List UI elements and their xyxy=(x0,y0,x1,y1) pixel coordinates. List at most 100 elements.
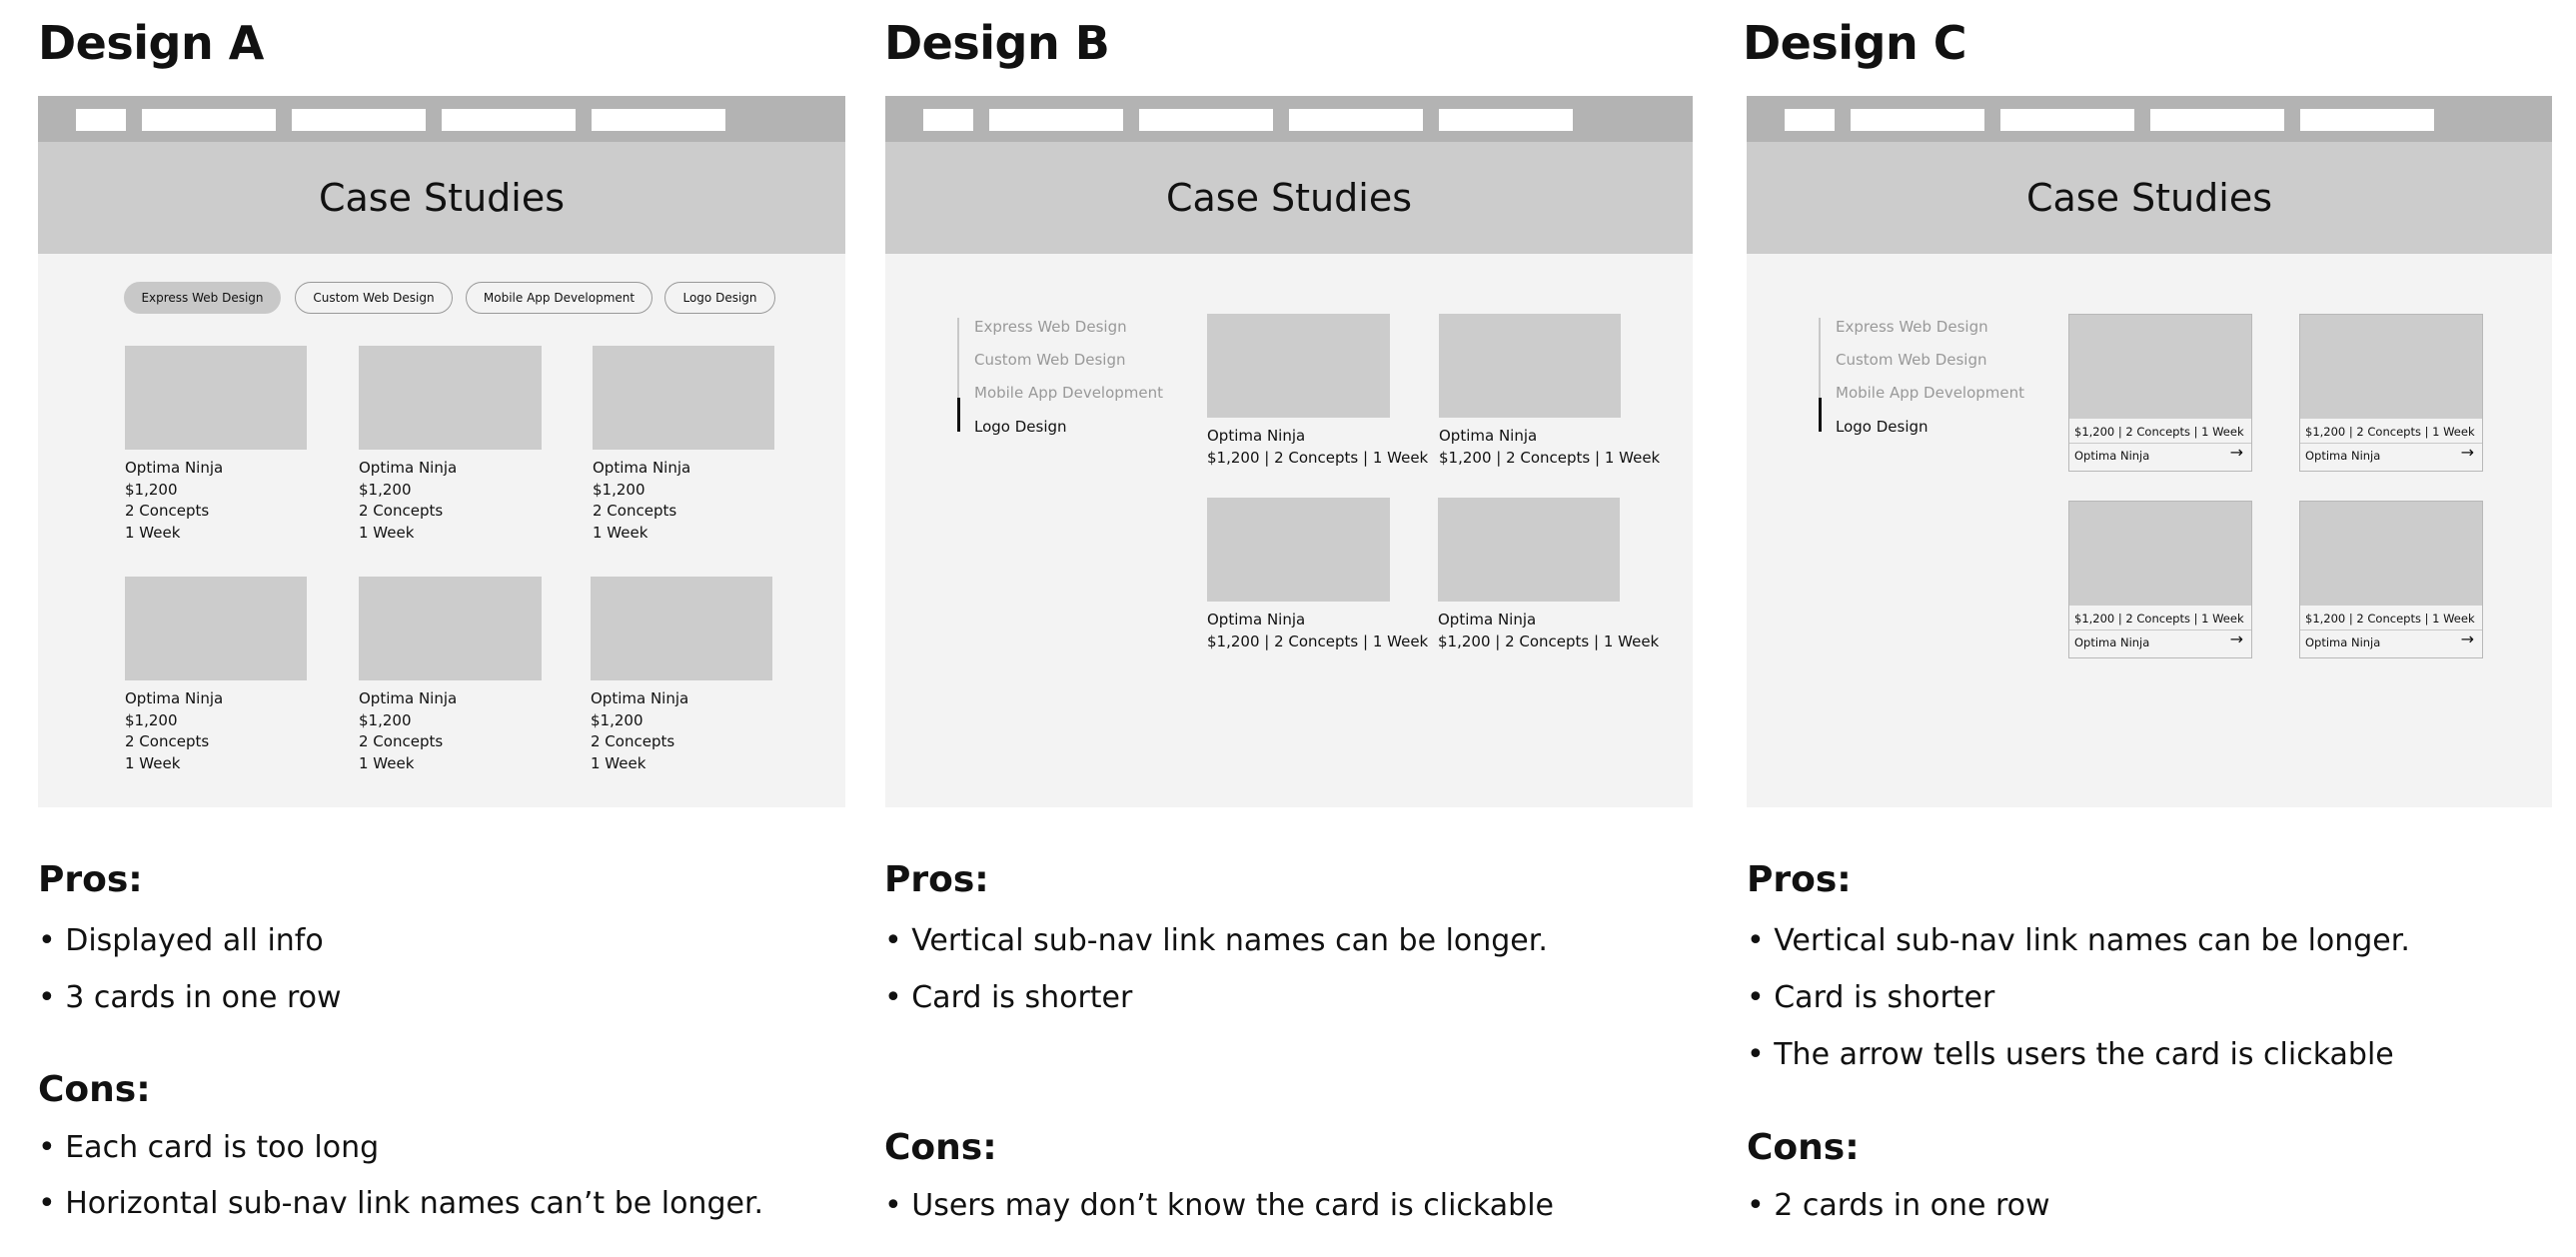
card-image-placeholder[interactable] xyxy=(359,346,542,450)
hero-title: Case Studies xyxy=(318,176,566,220)
arrow-right-icon[interactable]: → xyxy=(2230,629,2243,648)
sub-nav-active-indicator xyxy=(1819,398,1822,432)
card-divider xyxy=(2069,443,2251,444)
nav-link-placeholder[interactable] xyxy=(1785,109,1835,131)
card-divider xyxy=(2069,629,2251,630)
card-meta: $1,200 | 2 Concepts | 1 Week xyxy=(2305,425,2475,439)
card-concepts: 2 Concepts xyxy=(359,732,444,750)
tab-mobile-app-development[interactable]: Mobile App Development xyxy=(466,282,652,314)
hero-banner: Case Studies xyxy=(885,142,1693,254)
pro-item: • The arrow tells users the card is clic… xyxy=(1747,1037,2394,1072)
card-price: $1,200 xyxy=(125,480,178,499)
card-price: $1,200 xyxy=(125,710,178,729)
case-study-card-text: Optima Ninja $1,200 | 2 Concepts | 1 Wee… xyxy=(1438,610,1659,652)
wireframe-mockup: Case Studies Express Web Design Custom W… xyxy=(885,96,1693,807)
sub-nav-item-express-web-design[interactable]: Express Web Design xyxy=(1836,318,1988,336)
design-b: Design B Case Studies Express Web Design… xyxy=(884,0,1694,1257)
card-divider xyxy=(2300,443,2482,444)
case-study-card-text: Optima Ninja $1,200 2 Concepts 1 Week xyxy=(125,458,223,544)
card-image-placeholder xyxy=(2069,502,2251,606)
card-name: Optima Ninja xyxy=(1439,427,1538,445)
card-image-placeholder[interactable] xyxy=(593,346,774,450)
case-study-card-text: Optima Ninja $1,200 2 Concepts 1 Week xyxy=(359,688,457,774)
nav-link-placeholder[interactable] xyxy=(142,109,276,131)
card-name: Optima Ninja xyxy=(359,689,458,707)
cons-heading: Cons: xyxy=(884,1127,997,1168)
card-meta: $1,200 | 2 Concepts | 1 Week xyxy=(1438,631,1660,650)
sub-nav-item-logo-design[interactable]: Logo Design xyxy=(1836,418,1929,436)
nav-link-placeholder[interactable] xyxy=(592,109,725,131)
card-meta: $1,200 | 2 Concepts | 1 Week xyxy=(1207,631,1429,650)
nav-link-placeholder[interactable] xyxy=(1439,109,1573,131)
card-image-placeholder[interactable] xyxy=(1207,498,1390,602)
arrow-right-icon[interactable]: → xyxy=(2230,443,2243,462)
vertical-sub-nav: Express Web Design Custom Web Design Mob… xyxy=(1819,318,2024,436)
card-name: Optima Ninja xyxy=(2074,449,2150,463)
card-image-placeholder[interactable] xyxy=(359,577,542,680)
nav-link-placeholder[interactable] xyxy=(2150,109,2284,131)
card-concepts: 2 Concepts xyxy=(591,732,675,750)
design-title: Design A xyxy=(38,16,264,70)
pro-item: • Vertical sub-nav link names can be lon… xyxy=(884,923,1548,958)
nav-link-placeholder[interactable] xyxy=(1289,109,1423,131)
nav-link-placeholder[interactable] xyxy=(76,109,126,131)
card-image-placeholder[interactable] xyxy=(125,577,307,680)
hero-banner: Case Studies xyxy=(38,142,845,254)
arrow-right-icon[interactable]: → xyxy=(2461,629,2474,648)
tab-custom-web-design[interactable]: Custom Web Design xyxy=(295,282,453,314)
card-meta: $1,200 | 2 Concepts | 1 Week xyxy=(2074,425,2244,439)
tab-logo-design[interactable]: Logo Design xyxy=(664,282,775,314)
pro-item: • Card is shorter xyxy=(884,980,1133,1015)
nav-link-placeholder[interactable] xyxy=(292,109,426,131)
design-title: Design C xyxy=(1743,16,1966,70)
card-name: Optima Ninja xyxy=(2305,635,2381,649)
card-name: Optima Ninja xyxy=(359,459,458,477)
card-duration: 1 Week xyxy=(593,523,648,542)
tab-express-web-design[interactable]: Express Web Design xyxy=(124,282,281,314)
case-study-card-text: Optima Ninja $1,200 | 2 Concepts | 1 Wee… xyxy=(1439,426,1660,469)
sub-nav-item-custom-web-design[interactable]: Custom Web Design xyxy=(1836,351,1987,369)
case-study-card-text: Optima Ninja $1,200 2 Concepts 1 Week xyxy=(593,458,690,544)
vertical-sub-nav: Express Web Design Custom Web Design Mob… xyxy=(957,318,1163,436)
nav-link-placeholder[interactable] xyxy=(2300,109,2434,131)
card-image-placeholder[interactable] xyxy=(1438,498,1620,602)
nav-link-placeholder[interactable] xyxy=(2000,109,2134,131)
nav-link-placeholder[interactable] xyxy=(923,109,973,131)
con-item: • Users may don’t know the card is click… xyxy=(884,1188,1554,1223)
hero-title: Case Studies xyxy=(1165,176,1413,220)
case-study-card[interactable]: $1,200 | 2 Concepts | 1 Week Optima Ninj… xyxy=(2299,501,2483,658)
case-study-card-text: Optima Ninja $1,200 2 Concepts 1 Week xyxy=(125,688,223,774)
pros-heading: Pros: xyxy=(1747,859,1852,900)
card-concepts: 2 Concepts xyxy=(125,502,210,520)
sub-nav-item-mobile-app-development[interactable]: Mobile App Development xyxy=(1836,384,2024,402)
wireframe-mockup: Case Studies Express Web Design Custom W… xyxy=(38,96,845,807)
pro-item: • 3 cards in one row xyxy=(38,980,342,1015)
card-name: Optima Ninja xyxy=(593,459,691,477)
top-nav-bar xyxy=(1747,96,2552,142)
nav-link-placeholder[interactable] xyxy=(1139,109,1273,131)
card-image-placeholder[interactable] xyxy=(1207,314,1390,418)
sub-nav-item-express-web-design[interactable]: Express Web Design xyxy=(974,318,1127,336)
case-study-card[interactable]: $1,200 | 2 Concepts | 1 Week Optima Ninj… xyxy=(2068,501,2252,658)
card-image-placeholder xyxy=(2069,315,2251,419)
con-item: • Horizontal sub-nav link names can’t be… xyxy=(38,1186,764,1221)
wireframe-mockup: Case Studies Express Web Design Custom W… xyxy=(1747,96,2552,807)
arrow-right-icon[interactable]: → xyxy=(2461,443,2474,462)
nav-link-placeholder[interactable] xyxy=(442,109,576,131)
card-image-placeholder[interactable] xyxy=(1439,314,1621,418)
sub-nav-item-logo-design[interactable]: Logo Design xyxy=(974,418,1067,436)
design-title: Design B xyxy=(884,16,1110,70)
card-name: Optima Ninja xyxy=(125,689,224,707)
con-item: • 2 cards in one row xyxy=(1747,1188,2050,1223)
nav-link-placeholder[interactable] xyxy=(1851,109,1984,131)
card-image-placeholder[interactable] xyxy=(591,577,772,680)
case-study-card[interactable]: $1,200 | 2 Concepts | 1 Week Optima Ninj… xyxy=(2068,314,2252,472)
card-image-placeholder xyxy=(2300,315,2482,419)
sub-nav-item-custom-web-design[interactable]: Custom Web Design xyxy=(974,351,1126,369)
nav-link-placeholder[interactable] xyxy=(989,109,1123,131)
card-image-placeholder[interactable] xyxy=(125,346,307,450)
case-study-card[interactable]: $1,200 | 2 Concepts | 1 Week Optima Ninj… xyxy=(2299,314,2483,472)
pro-item: • Displayed all info xyxy=(38,923,324,958)
card-price: $1,200 xyxy=(359,710,412,729)
sub-nav-item-mobile-app-development[interactable]: Mobile App Development xyxy=(974,384,1163,402)
